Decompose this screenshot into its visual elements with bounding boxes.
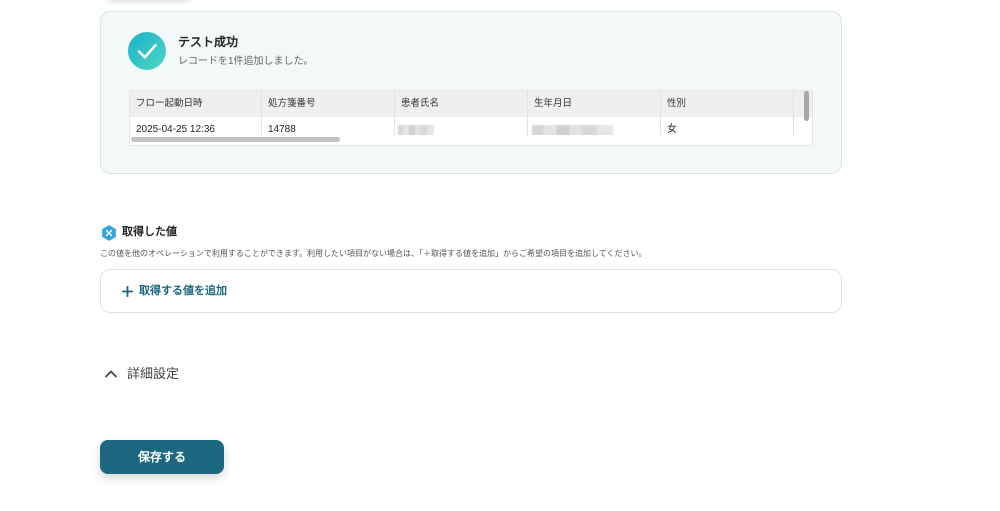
cell-value: 2025-04-25 12:36 bbox=[136, 124, 215, 135]
table-cell: 2025-04-25 12:36 bbox=[130, 117, 262, 135]
chevron-up-icon bbox=[104, 369, 118, 379]
column-header-flow-start-time: フロー起動日時 bbox=[130, 91, 262, 117]
save-button[interactable]: 保存する bbox=[100, 440, 224, 474]
add-retrieved-value-label: 取得する値を追加 bbox=[139, 285, 227, 297]
redacted-value bbox=[398, 125, 434, 135]
check-circle-icon bbox=[128, 32, 166, 70]
add-retrieved-value-button[interactable]: 取得する値を追加 bbox=[100, 269, 842, 313]
column-header-patient-name: 患者氏名 bbox=[395, 91, 528, 117]
retrieved-values-description: この値を他のオペレーションで利用することができます。利用したい項目がない場合は、… bbox=[100, 249, 647, 258]
table-row: 2025-04-25 12:36 14788 女 bbox=[130, 117, 812, 135]
retrieved-values-title: 取得した値 bbox=[122, 226, 177, 238]
table-header-row: フロー起動日時 処方箋番号 患者氏名 生年月日 性別 bbox=[130, 91, 812, 117]
table-cell bbox=[395, 117, 528, 135]
column-header-birth-date: 生年月日 bbox=[528, 91, 661, 117]
test-result-title: テスト成功 bbox=[178, 35, 239, 49]
variable-x-icon bbox=[101, 225, 117, 241]
table-cell: 14788 bbox=[262, 117, 395, 135]
result-table-viewport: フロー起動日時 処方箋番号 患者氏名 生年月日 性別 2025-04-25 12… bbox=[130, 91, 812, 135]
column-header-partial bbox=[794, 91, 812, 117]
test-result-message: レコードを1件追加しました。 bbox=[178, 56, 314, 67]
plus-icon bbox=[122, 285, 133, 297]
advanced-settings-toggle[interactable]: 詳細設定 bbox=[104, 366, 179, 382]
test-result-card: テスト成功 レコードを1件追加しました。 フロー起動日時 処方箋番号 患者氏名 … bbox=[100, 11, 842, 174]
cell-value: 14788 bbox=[268, 124, 296, 135]
result-table: フロー起動日時 処方箋番号 患者氏名 生年月日 性別 2025-04-25 12… bbox=[129, 90, 813, 146]
advanced-settings-label: 詳細設定 bbox=[127, 366, 180, 381]
table-cell: 女 bbox=[661, 117, 794, 135]
redacted-value bbox=[532, 125, 613, 135]
column-header-prescription-number: 処方箋番号 bbox=[262, 91, 395, 117]
column-header-gender: 性別 bbox=[661, 91, 794, 117]
table-cell bbox=[528, 117, 661, 135]
horizontal-scrollbar[interactable] bbox=[131, 137, 340, 142]
vertical-scrollbar[interactable] bbox=[804, 91, 809, 121]
table-cell bbox=[794, 117, 812, 135]
cell-value: 女 bbox=[667, 124, 677, 135]
page: テスト成功 レコードを1件追加しました。 フロー起動日時 処方箋番号 患者氏名 … bbox=[0, 0, 1000, 511]
